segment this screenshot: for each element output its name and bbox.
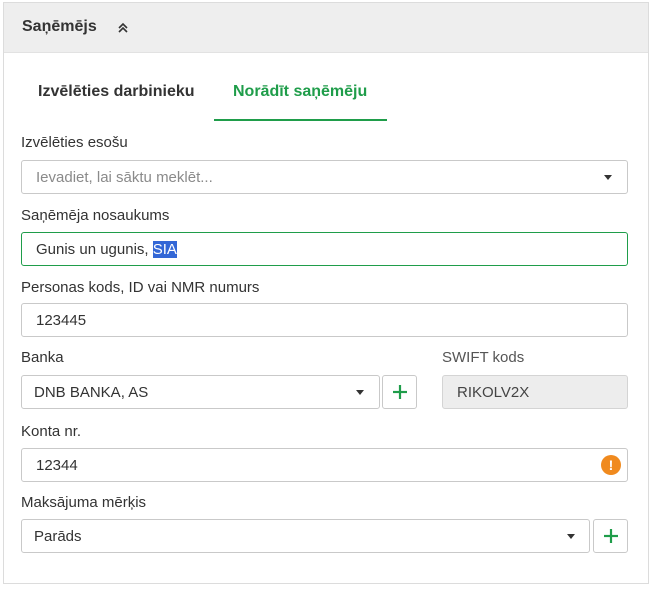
personal-code-label: Personas kods, ID vai NMR numurs bbox=[21, 279, 260, 296]
caret-down-icon[interactable] bbox=[567, 534, 575, 539]
plus-icon bbox=[604, 529, 618, 543]
add-purpose-button[interactable] bbox=[593, 519, 628, 553]
purpose-label: Maksājuma mērķis bbox=[21, 494, 147, 511]
name-text: Gunis un ugunis, bbox=[36, 241, 153, 258]
chevron-double-up-icon[interactable] bbox=[116, 21, 130, 35]
bank-value: DNB BANKA, AS bbox=[34, 384, 149, 401]
name-label: Saņēmēja nosaukums bbox=[21, 207, 170, 224]
existing-label: Izvēlēties esošu bbox=[21, 134, 128, 151]
tab-specify-recipient[interactable]: Norādīt saņēmēju bbox=[233, 83, 367, 101]
existing-placeholder: Ievadiet, lai sāktu meklēt... bbox=[36, 169, 213, 186]
panel-title: Saņēmējs bbox=[22, 18, 97, 35]
swift-label: SWIFT kods bbox=[442, 349, 525, 366]
account-value: 12344 bbox=[36, 457, 78, 474]
swift-value: RIKOLV2X bbox=[457, 384, 530, 401]
purpose-select[interactable]: Parāds bbox=[21, 519, 590, 553]
add-bank-button[interactable] bbox=[382, 375, 417, 409]
exclamation-circle-icon: ! bbox=[601, 455, 621, 475]
plus-icon bbox=[393, 385, 407, 399]
panel-header[interactable]: Saņēmējs bbox=[4, 3, 648, 53]
name-selected-text: SIA bbox=[152, 241, 177, 258]
bank-select[interactable]: DNB BANKA, AS bbox=[21, 375, 380, 409]
caret-down-icon[interactable] bbox=[604, 175, 612, 180]
swift-field: RIKOLV2X bbox=[442, 375, 628, 409]
personal-code-input[interactable]: 123445 bbox=[21, 303, 628, 337]
account-label: Konta nr. bbox=[21, 423, 82, 440]
tab-select-employee[interactable]: Izvēlēties darbinieku bbox=[38, 83, 195, 101]
purpose-value: Parāds bbox=[34, 528, 82, 545]
bank-label: Banka bbox=[21, 349, 64, 366]
recipient-name-value: Gunis un ugunis, SIA bbox=[36, 241, 177, 258]
caret-down-icon[interactable] bbox=[356, 390, 364, 395]
account-number-input[interactable]: 12344 ! bbox=[21, 448, 628, 482]
active-tab-indicator bbox=[214, 119, 387, 121]
personal-code-value: 123445 bbox=[36, 312, 87, 329]
recipient-name-input[interactable]: Gunis un ugunis, SIA bbox=[21, 232, 628, 266]
existing-search-select[interactable]: Ievadiet, lai sāktu meklēt... bbox=[21, 160, 628, 194]
